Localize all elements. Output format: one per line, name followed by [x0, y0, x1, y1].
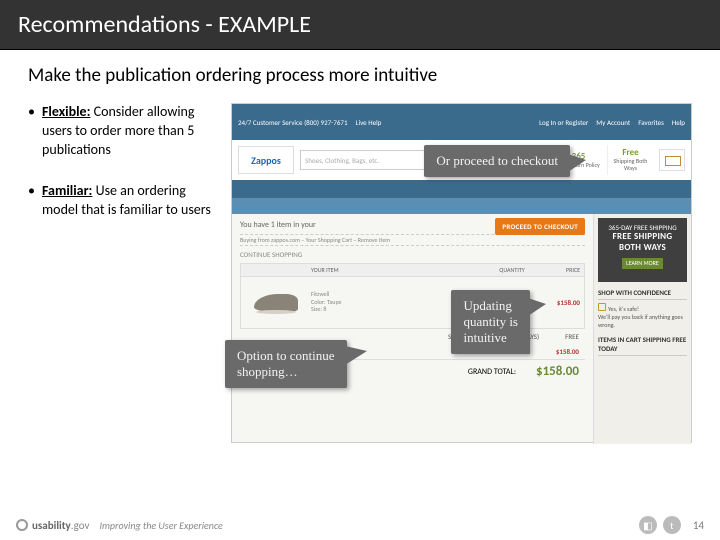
lock-icon	[598, 303, 606, 311]
bullet-item: • Familiar: Use an ordering model that i…	[28, 182, 213, 220]
cart-sidebar: 365-DAY FREE SHIPPING FREE SHIPPING BOTH…	[593, 214, 691, 444]
zappos-topbar: 24/7 Customer Service (800) 927-7671 Liv…	[232, 104, 691, 140]
account-link[interactable]: My Account	[596, 118, 630, 127]
cs-phone: 24/7 Customer Service (800) 927-7671	[238, 118, 348, 127]
social-icon[interactable]: ◧	[639, 516, 657, 534]
cart-main: You have 1 item in your PROCEED TO CHECK…	[232, 214, 593, 444]
bullet-column: • Flexible: Consider allowing users to o…	[28, 103, 213, 443]
zappos-logo[interactable]: Zappos	[238, 146, 294, 174]
slide-title: Recommendations - EXAMPLE	[18, 10, 311, 39]
cart-icon[interactable]	[659, 149, 685, 171]
zappos-subnav	[232, 198, 691, 214]
twitter-icon[interactable]: t	[663, 516, 681, 534]
footer-tagline: Improving the User Experience	[99, 519, 222, 532]
login-link[interactable]: Log In or Register	[539, 118, 588, 127]
slide-content: Make the publication ordering process mo…	[0, 50, 720, 457]
bullet-item: • Flexible: Consider allowing users to o…	[28, 103, 213, 160]
slide-subtitle: Make the publication ordering process mo…	[28, 64, 692, 87]
slide-footer: usability.gov Improving the User Experie…	[0, 510, 720, 540]
page-number: 14	[693, 519, 704, 532]
ship-today-box: ITEMS IN CART SHIPPING FREE TODAY	[598, 335, 687, 356]
learn-more-button[interactable]: LEARN MORE	[622, 258, 663, 269]
slide-title-bar: Recommendations - EXAMPLE	[0, 0, 720, 50]
callout-quantity: Updating quantity is intuitive	[451, 290, 530, 354]
callout-continue: Option to continue shopping…	[225, 340, 347, 388]
help-link[interactable]: Help	[672, 118, 685, 127]
continue-shopping-link[interactable]: CONTINUE SHOPPING	[240, 250, 585, 259]
promo-banner: 365-DAY FREE SHIPPING FREE SHIPPING BOTH…	[598, 218, 687, 282]
remove-item-row: Buying from zappos.com – Your Shopping C…	[240, 234, 585, 246]
gear-icon	[16, 519, 28, 531]
bullet-lead: Flexible:	[42, 103, 90, 120]
live-help-link[interactable]: Live Help	[356, 118, 382, 127]
favorites-link[interactable]: Favorites	[638, 118, 664, 127]
checkout-button[interactable]: PROCEED TO CHECKOUT	[495, 218, 585, 235]
bullet-lead: Familiar:	[42, 182, 92, 199]
product-image[interactable]	[245, 283, 307, 323]
confidence-box: SHOP WITH CONFIDENCE Yes, it's safe! We'…	[598, 288, 687, 329]
shipping-badge: FreeShipping Both Ways	[607, 145, 653, 175]
zappos-nav	[232, 180, 691, 198]
cart-table-header: YOUR ITEM QUANTITY PRICE	[240, 263, 585, 277]
footer-brand: usability.gov Improving the User Experie…	[16, 519, 223, 532]
search-placeholder: Shoes, Clothing, Bags, etc.	[305, 156, 379, 165]
callout-checkout: Or proceed to checkout	[424, 145, 570, 177]
